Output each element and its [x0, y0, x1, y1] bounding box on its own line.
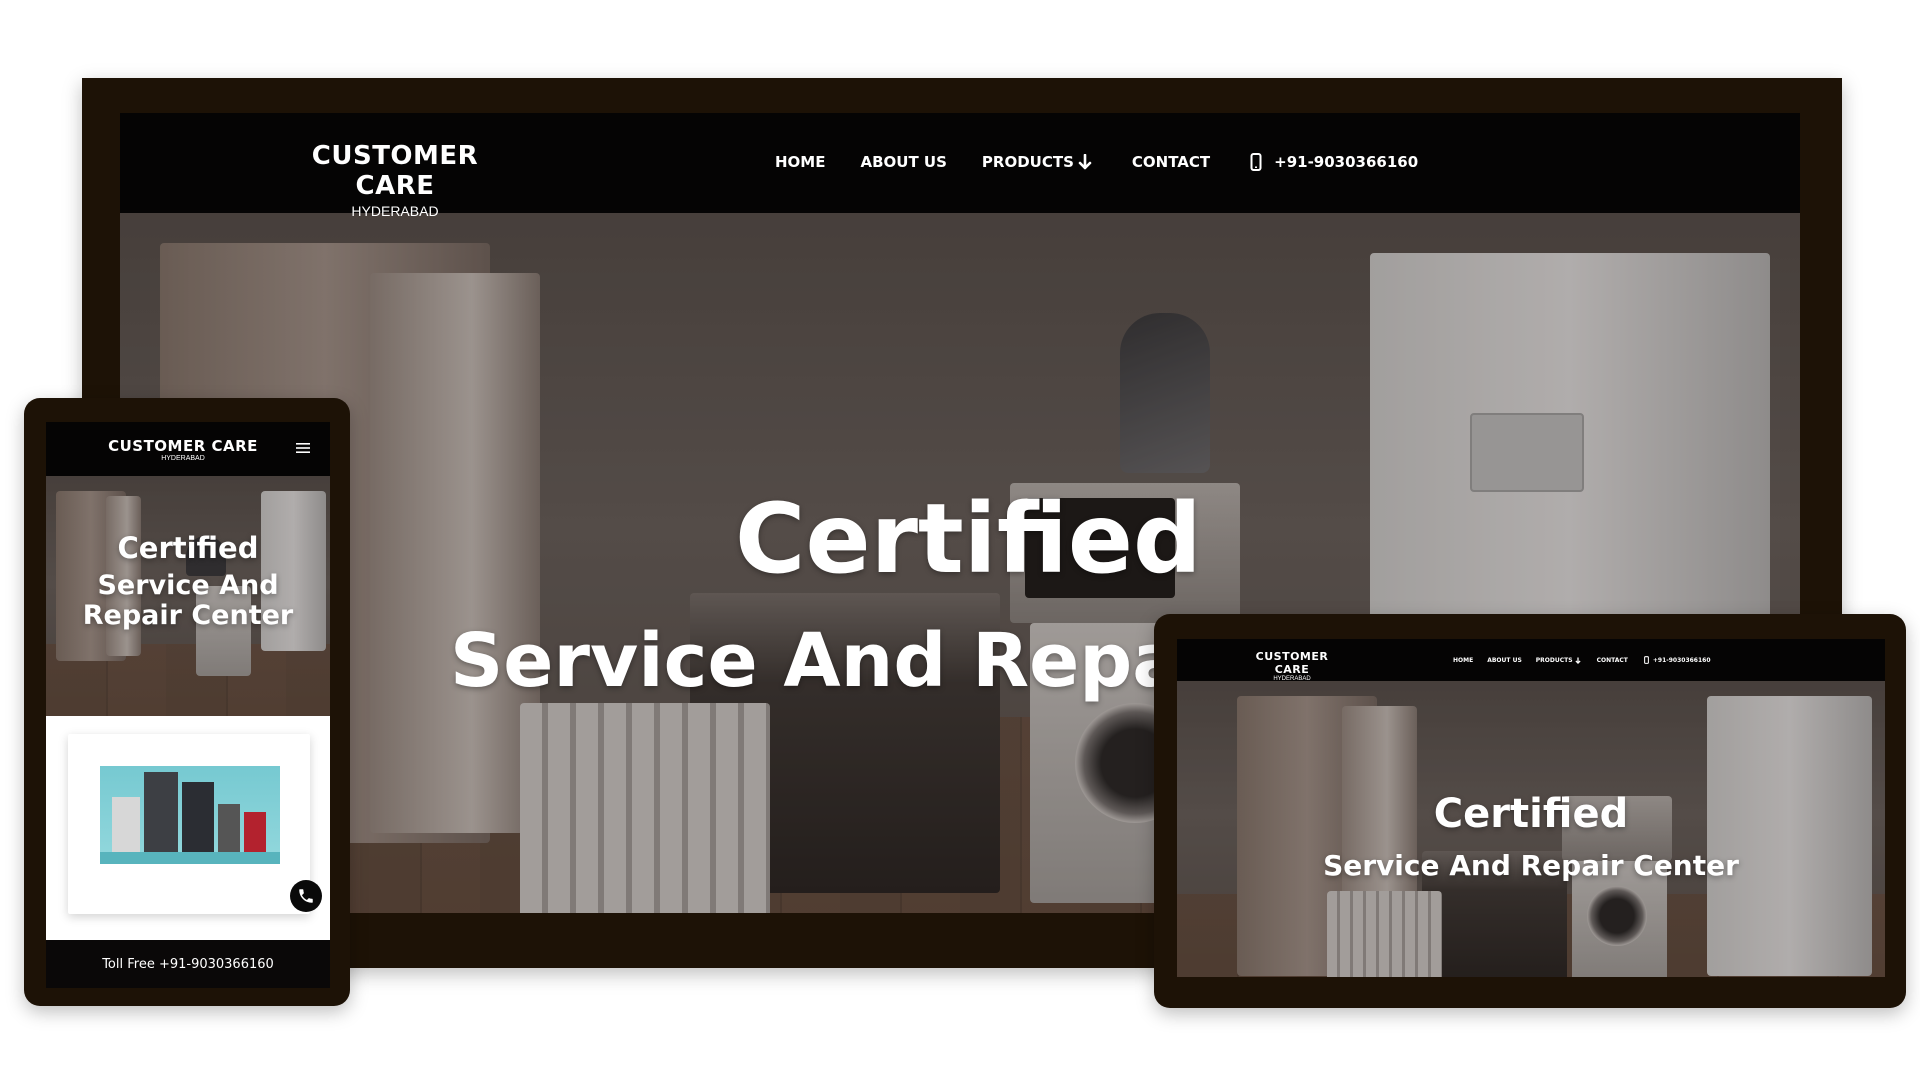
logo-title: CUSTOMER CARE — [311, 141, 479, 201]
mobile-hero: Certified Service And Repair Center — [46, 476, 330, 716]
tablet-logo[interactable]: CUSTOMER CARE HYDERABAD — [1237, 650, 1347, 682]
tablet-logo-subtitle: HYDERABAD — [1273, 676, 1311, 682]
desktop-menu: HOME ABOUT US PRODUCTS CONTACT +91-90303… — [775, 153, 1418, 171]
desktop-hero-subheading: Service And Repai — [450, 618, 1208, 704]
desktop-hero-heading: Certified — [735, 483, 1202, 595]
tablet-hero-subheading: Service And Repair Center — [1323, 849, 1739, 882]
nav-phone[interactable]: +91-9030366160 — [1250, 153, 1418, 171]
desktop-logo[interactable]: CUSTOMER CARE HYDERABAD — [270, 141, 520, 219]
phone-icon — [1643, 656, 1649, 664]
arrow-down-icon — [1574, 657, 1581, 664]
nav-about-us[interactable]: ABOUT US — [860, 153, 946, 171]
products-banner-image — [100, 766, 280, 864]
tablet-nav-about-us[interactable]: ABOUT US — [1487, 657, 1522, 664]
tablet-nav-contact[interactable]: CONTACT — [1597, 657, 1628, 664]
mobile-hero-line3: Repair Center — [82, 600, 294, 631]
nav-products[interactable]: PRODUCTS — [982, 153, 1092, 171]
mobile-logo-title: CUSTOMER CARE — [108, 437, 258, 455]
desktop-navbar: CUSTOMER CARE HYDERABAD HOME ABOUT US PR… — [120, 113, 1800, 219]
mobile-product-card[interactable] — [68, 734, 310, 914]
mobile-device-frame: CUSTOMER CARE HYDERABAD Certified Servic… — [24, 398, 350, 1006]
tablet-nav-phone[interactable]: +91-9030366160 — [1643, 656, 1711, 664]
mobile-logo-subtitle: HYDERABAD — [161, 455, 205, 462]
tablet-device-frame: CUSTOMER CARE HYDERABAD HOME ABOUT US PR… — [1154, 614, 1906, 1008]
tablet-hero-heading: Certified — [1433, 791, 1629, 837]
mobile-hero-line2: Service And — [97, 570, 279, 601]
toll-free-text: Toll Free +91-9030366160 — [102, 956, 274, 972]
arrow-down-icon — [1078, 154, 1092, 170]
phone-handset-icon — [299, 889, 313, 903]
tablet-menu: HOME ABOUT US PRODUCTS CONTACT +91-90303… — [1453, 656, 1711, 664]
mobile-screen: CUSTOMER CARE HYDERABAD Certified Servic… — [46, 422, 330, 988]
tablet-navbar: CUSTOMER CARE HYDERABAD HOME ABOUT US PR… — [1177, 639, 1885, 682]
mobile-hero-line1: Certified — [117, 531, 259, 565]
tablet-nav-phone-number: +91-9030366160 — [1652, 656, 1711, 664]
nav-contact[interactable]: CONTACT — [1132, 153, 1210, 171]
tablet-nav-home[interactable]: HOME — [1453, 657, 1473, 664]
mobile-logo[interactable]: CUSTOMER CARE HYDERABAD — [108, 437, 258, 462]
nav-phone-number: +91-9030366160 — [1274, 153, 1419, 171]
tablet-nav-products-label: PRODUCTS — [1535, 656, 1573, 664]
nav-home[interactable]: HOME — [775, 153, 825, 171]
call-button-icon[interactable] — [290, 880, 322, 912]
phone-icon — [1250, 153, 1262, 171]
tablet-screen: CUSTOMER CARE HYDERABAD HOME ABOUT US PR… — [1177, 639, 1885, 977]
mobile-toll-free-bar[interactable]: Toll Free +91-9030366160 — [46, 940, 330, 988]
tablet-nav-products[interactable]: PRODUCTS — [1536, 657, 1581, 664]
tablet-logo-title: CUSTOMER CARE — [1255, 650, 1329, 676]
logo-subtitle: HYDERABAD — [351, 203, 439, 219]
mobile-navbar: CUSTOMER CARE HYDERABAD — [46, 422, 330, 476]
nav-products-label: PRODUCTS — [981, 153, 1074, 171]
hamburger-menu-icon[interactable] — [296, 442, 310, 454]
